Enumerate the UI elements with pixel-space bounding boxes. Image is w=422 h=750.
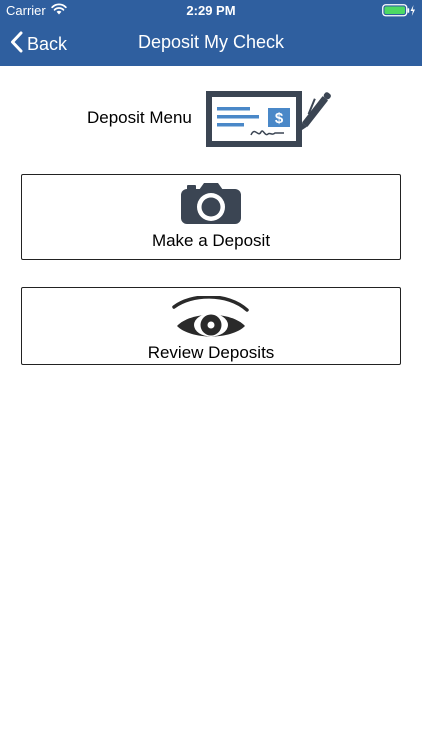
review-deposits-label: Review Deposits	[147, 343, 275, 362]
app-header: Carrier 2:29 PM Back Deposit My Check	[0, 0, 422, 66]
check-with-pen-icon: $	[205, 88, 337, 153]
deposit-menu-label: Deposit Menu	[87, 108, 192, 127]
make-deposit-label: Make a Deposit	[151, 231, 271, 250]
eye-icon	[22, 296, 400, 340]
camera-icon	[22, 180, 400, 226]
status-bar: Carrier 2:29 PM	[0, 0, 422, 22]
navigation-bar: Back Deposit My Check	[0, 22, 422, 66]
deposit-menu-header: Deposit Menu $	[0, 88, 422, 148]
review-deposits-button[interactable]: Review Deposits	[21, 287, 401, 365]
battery-charging-icon	[382, 4, 416, 17]
make-deposit-button[interactable]: Make a Deposit	[21, 174, 401, 260]
status-time: 2:29 PM	[186, 3, 236, 18]
svg-text:$: $	[275, 110, 284, 127]
page-title: Deposit My Check	[137, 32, 285, 52]
